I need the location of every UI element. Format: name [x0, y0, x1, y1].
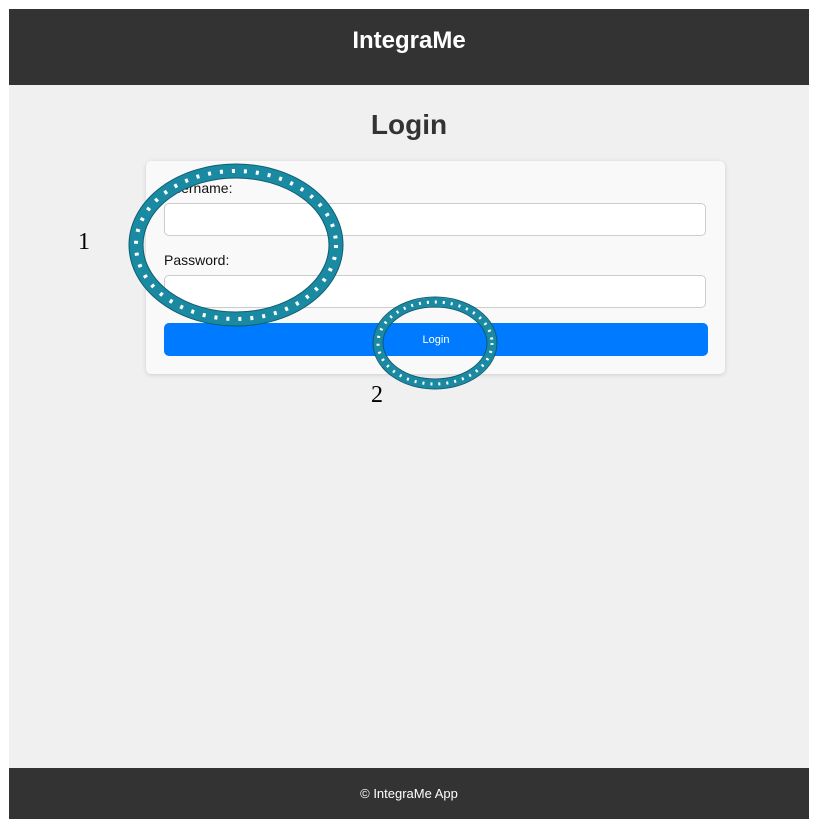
footer-text: © IntegraMe App	[360, 786, 458, 801]
page-title: Login	[370, 109, 448, 140]
login-form: Username: Password: Login	[146, 161, 725, 374]
annotation-marker-2: 2	[371, 382, 383, 408]
app-frame: IntegraMe Login Username: Password: Logi…	[9, 9, 809, 819]
username-input[interactable]	[164, 203, 706, 236]
username-label: Username:	[164, 180, 233, 196]
login-button[interactable]: Login	[164, 323, 708, 356]
password-input[interactable]	[164, 275, 706, 308]
app-header: IntegraMe	[9, 9, 809, 85]
annotation-marker-1: 1	[78, 229, 90, 255]
password-label: Password:	[164, 252, 230, 268]
app-footer: © IntegraMe App	[9, 768, 809, 819]
app-title: IntegraMe	[352, 27, 466, 54]
